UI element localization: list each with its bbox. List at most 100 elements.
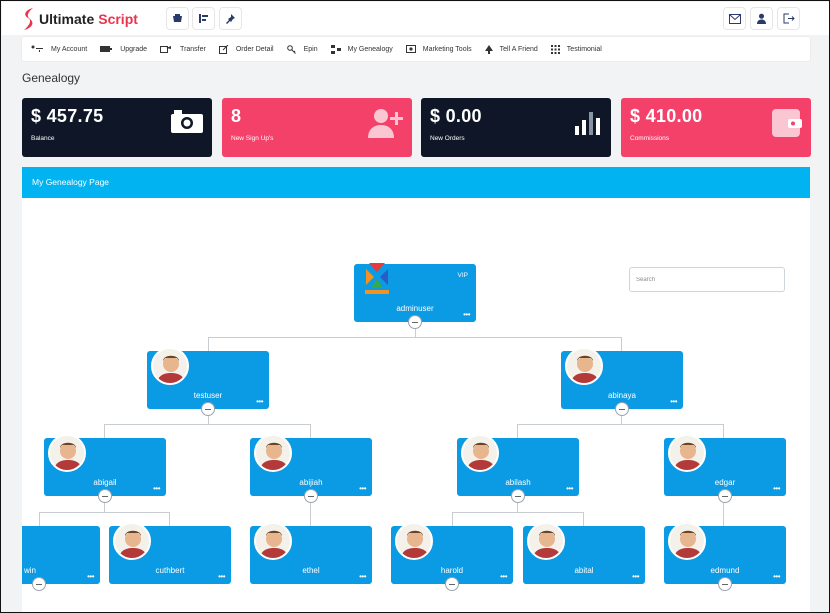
tree-node-abilash[interactable]: abilash •••	[457, 434, 579, 503]
avatar-icon	[260, 530, 288, 558]
pin-button[interactable]	[220, 8, 241, 29]
nav-label: My Genealogy	[347, 45, 393, 53]
collapse-toggle[interactable]	[201, 402, 215, 416]
tree-node-harold[interactable]: harold •••	[391, 522, 513, 591]
collapse-toggle[interactable]	[511, 489, 525, 503]
avatar	[668, 522, 706, 560]
connector	[517, 424, 724, 425]
nav-order-detail[interactable]: Order Detail	[218, 44, 274, 54]
list-icon	[199, 14, 208, 23]
stat-card-new-orders[interactable]: $ 0.00 New Orders	[421, 98, 611, 157]
avatar-icon	[533, 530, 561, 558]
connector	[517, 503, 518, 512]
nav-label: Upgrade	[120, 45, 148, 53]
more-icon[interactable]: •••	[670, 398, 677, 406]
more-icon[interactable]: •••	[632, 573, 639, 581]
collapse-toggle[interactable]	[718, 489, 732, 503]
genealogy-tree[interactable]: VIP adminuser ••• testuser ••• abinaya •…	[22, 167, 810, 612]
connector	[39, 512, 170, 513]
nav-transfer[interactable]: Transfer	[160, 45, 206, 53]
tree-node-cuthbert[interactable]: cuthbert •••	[109, 522, 231, 584]
collapse-toggle[interactable]	[445, 577, 459, 591]
avatar	[527, 522, 565, 560]
more-icon[interactable]: •••	[500, 573, 507, 581]
node-name: ethel	[302, 566, 320, 575]
connector	[310, 424, 311, 438]
tree-node-root[interactable]: VIP adminuser •••	[354, 263, 476, 329]
connector	[583, 512, 584, 526]
tree-node-abinaya[interactable]: abinaya •••	[561, 347, 683, 416]
more-icon[interactable]: •••	[773, 573, 780, 581]
tree-node-abigail[interactable]: abigail •••	[44, 434, 166, 503]
avatar	[461, 434, 499, 472]
more-icon[interactable]: •••	[463, 311, 470, 319]
tree-node-ethel[interactable]: ethel •••	[250, 522, 372, 584]
nav-marketing-tools[interactable]: Marketing Tools	[405, 45, 472, 53]
tree-node-edmund[interactable]: edmund •••	[664, 522, 786, 591]
node-name: cuthbert	[155, 566, 185, 575]
connector	[452, 512, 584, 513]
tree-node-abital[interactable]: abital •••	[523, 522, 645, 584]
brand-logo[interactable]: Ultimate Script	[20, 6, 138, 32]
wallet-icon	[772, 109, 802, 137]
node-name: edmund	[710, 566, 740, 575]
stat-label: Commissions	[630, 135, 670, 142]
avatar	[113, 522, 151, 560]
stat-value: 8	[231, 106, 242, 126]
nav-my-account[interactable]: My Account	[31, 45, 87, 53]
more-icon[interactable]: •••	[359, 573, 366, 581]
logout-button[interactable]	[778, 8, 799, 29]
connector	[104, 424, 105, 438]
nav-label: Testimonial	[566, 45, 602, 53]
tree-node-testuser[interactable]: testuser •••	[147, 347, 269, 416]
collapse-toggle[interactable]	[32, 577, 46, 591]
profile-button[interactable]	[751, 8, 772, 29]
connector	[208, 337, 622, 338]
nav-label: My Account	[51, 45, 88, 53]
nav-testimonial[interactable]: Testimonial	[550, 44, 602, 54]
node-name: testuser	[193, 391, 223, 400]
tree-node-win[interactable]: win •••	[22, 526, 100, 591]
connector	[310, 503, 311, 526]
collapse-toggle[interactable]	[98, 489, 112, 503]
more-icon[interactable]: •••	[359, 485, 366, 493]
stat-label: Balance	[31, 135, 55, 142]
more-icon[interactable]: •••	[153, 485, 160, 493]
more-icon[interactable]: •••	[87, 573, 94, 581]
tree-search-input[interactable]	[629, 267, 785, 292]
more-icon[interactable]: •••	[218, 573, 225, 581]
stat-card-commissions[interactable]: $ 410.00 Commissions	[621, 98, 811, 157]
tree-node-abijiah[interactable]: abijiah •••	[250, 434, 372, 503]
node-name: abinaya	[607, 391, 637, 400]
stat-card-balance[interactable]: $ 457.75 Balance	[22, 98, 212, 157]
stat-value: $ 0.00	[430, 106, 482, 126]
avatar-icon	[260, 442, 288, 470]
brand-name-part1: Ultimate	[39, 11, 95, 27]
nav-tell-a-friend[interactable]: Tell A Friend	[484, 44, 538, 54]
collapse-toggle[interactable]	[408, 315, 422, 329]
nav-my-genealogy[interactable]: My Genealogy	[330, 44, 393, 54]
user-icon	[757, 13, 766, 24]
avatar-icon	[571, 355, 599, 383]
nav-epin[interactable]: Epin	[286, 44, 318, 54]
connector	[517, 424, 518, 438]
list-button[interactable]	[193, 8, 214, 29]
vip-badge: VIP	[457, 272, 468, 279]
tree-node-edgar[interactable]: edgar •••	[664, 434, 786, 503]
nav-label: Transfer	[180, 45, 206, 53]
node-name: harold	[440, 566, 464, 575]
more-icon[interactable]: •••	[773, 485, 780, 493]
shop-button[interactable]	[167, 8, 188, 29]
stat-card-new-signups[interactable]: 8 New Sign Up's	[222, 98, 412, 157]
avatar-icon	[674, 530, 702, 558]
connector	[621, 416, 622, 424]
collapse-toggle[interactable]	[718, 577, 732, 591]
nav-upgrade[interactable]: Upgrade	[100, 45, 147, 53]
megaphone-icon	[405, 45, 416, 53]
avatar	[565, 347, 603, 385]
collapse-toggle[interactable]	[304, 489, 318, 503]
more-icon[interactable]: •••	[566, 485, 573, 493]
more-icon[interactable]: •••	[256, 398, 263, 406]
collapse-toggle[interactable]	[615, 402, 629, 416]
mail-button[interactable]	[724, 8, 745, 29]
